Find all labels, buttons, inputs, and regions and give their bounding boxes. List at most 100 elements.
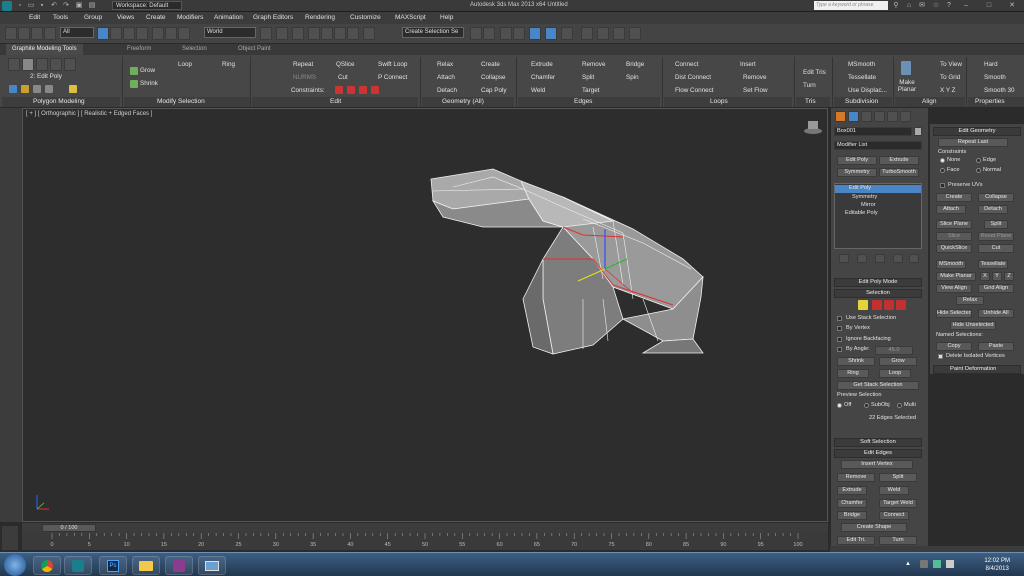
border-mode-icon[interactable] [884, 300, 894, 310]
open-icon[interactable]: ▭ [27, 2, 35, 10]
turn-edge-button[interactable]: Turn [879, 536, 917, 545]
reset-plane-button[interactable]: Reset Plane [978, 232, 1014, 241]
delete-isolated-checkbox[interactable] [938, 354, 943, 359]
select-manipulate-icon[interactable] [276, 27, 288, 40]
split-button[interactable]: Split [582, 74, 594, 81]
object-color-swatch[interactable] [914, 127, 922, 136]
make-planar-x-button[interactable]: X [980, 272, 990, 281]
minimize-icon[interactable]: – [962, 2, 970, 10]
preview-off-radio[interactable] [837, 403, 842, 408]
winrar-icon[interactable] [165, 556, 193, 575]
menu-views[interactable]: Views [117, 14, 134, 21]
menu-create[interactable]: Create [146, 14, 166, 21]
tessellate-geom-button[interactable]: Tessellate [978, 260, 1008, 269]
system-clock[interactable]: 12:02 PM 8/4/2013 [984, 557, 1010, 573]
create-geom-button[interactable]: Create [936, 193, 972, 202]
new-icon[interactable]: ▫ [16, 2, 24, 10]
set-flow-button[interactable]: Set Flow [743, 87, 768, 94]
loop-button[interactable]: Loop [879, 369, 911, 378]
hide-selected-button[interactable]: Hide Selected [936, 309, 972, 318]
relax-geom-button[interactable]: Relax [956, 296, 984, 305]
tab-freeform[interactable]: Freeform [127, 46, 151, 52]
3dsmax-icon[interactable] [64, 556, 92, 575]
constraint-edge-radio[interactable] [976, 158, 981, 163]
image-viewer-icon[interactable] [198, 556, 226, 575]
grow-button[interactable]: Grow [140, 67, 155, 74]
remove-edge-button[interactable]: Remove [837, 473, 875, 482]
stack-item-edit-poly[interactable] [835, 185, 921, 193]
remove-loop-button[interactable]: Remove [743, 74, 766, 81]
viewport-orthographic[interactable]: [ + ] [ Orthographic ] [ Realistic + Edg… [22, 108, 828, 522]
create-shape-button[interactable]: Create Shape [841, 523, 907, 532]
rollout-edit-poly-mode[interactable]: Edit Poly Mode [834, 278, 922, 287]
grow-button[interactable]: Grow [879, 357, 917, 366]
preserve-uvs-checkbox[interactable] [940, 183, 945, 188]
viewcube-icon[interactable] [804, 121, 822, 134]
layer-manager-icon[interactable] [500, 27, 512, 40]
turbosmooth-modifier-button[interactable]: TurboSmooth [879, 168, 919, 177]
to-grid-button[interactable]: To Grid [940, 74, 960, 81]
symmetry-modifier-button[interactable]: Symmetry [837, 168, 877, 177]
hide-unselected-button[interactable]: Hide Unselected [950, 321, 996, 330]
rect-selection-icon[interactable] [123, 27, 135, 40]
preview-subobj-radio[interactable] [864, 403, 869, 408]
group-polygon-modeling[interactable]: Polygon Modeling [33, 98, 85, 105]
remove-button[interactable]: Remove [582, 61, 605, 68]
grid-align-button[interactable]: Grid Align [978, 284, 1014, 293]
group-subdivision[interactable]: Subdivision [845, 98, 878, 105]
align-icon[interactable] [483, 27, 495, 40]
modifier-list-dropdown[interactable]: Modifier List [834, 141, 922, 150]
menu-maxscript[interactable]: MAXScript [395, 14, 426, 21]
cut-geom-button[interactable]: Cut [978, 244, 1014, 253]
msmooth-geom-button[interactable]: MSmooth [936, 260, 966, 269]
snaps-toggle-icon[interactable] [308, 27, 320, 40]
weld-edge-button[interactable]: Weld [879, 486, 909, 495]
attach-button[interactable]: Attach [437, 74, 455, 81]
view-align-button[interactable]: View Align [936, 284, 972, 293]
border-icon[interactable] [36, 58, 48, 71]
insert-button[interactable]: Insert [740, 61, 756, 68]
group-edit[interactable]: Edit [330, 98, 341, 105]
p-connect-button[interactable]: P Connect [378, 74, 407, 81]
bridge-edge-button[interactable]: Bridge [837, 511, 867, 520]
stack-item-mirror[interactable]: Mirror [861, 202, 876, 208]
fetch-icon[interactable]: ▤ [88, 2, 96, 10]
percent-snap-icon[interactable] [334, 27, 346, 40]
hierarchy-tab-icon[interactable] [861, 111, 872, 122]
redo-button[interactable] [18, 27, 30, 40]
group-geometry-all[interactable]: Geometry (All) [442, 98, 484, 105]
time-slider-thumb[interactable]: 0 / 100 [42, 524, 96, 532]
configure-sets-icon[interactable] [909, 254, 919, 263]
constraint-normal-radio[interactable] [976, 168, 981, 173]
smooth-button[interactable]: Smooth [984, 74, 1006, 81]
collapse-geom-button[interactable]: Collapse [978, 193, 1014, 202]
search-icon[interactable]: ⚲ [892, 2, 900, 10]
maximize-icon[interactable]: □ [985, 2, 993, 10]
menu-tools[interactable]: Tools [53, 14, 68, 21]
select-by-name-icon[interactable] [110, 27, 122, 40]
stack-item-editable-poly[interactable]: Editable Poly [845, 210, 878, 216]
use-displace-button[interactable]: Use Displac... [848, 87, 887, 94]
split-edge-button[interactable]: Split [879, 473, 917, 482]
make-planar-button[interactable]: Make Planar [896, 79, 918, 93]
photoshop-icon[interactable]: Ps [99, 556, 127, 575]
create-tab-icon[interactable] [835, 111, 846, 122]
edit-poly-level[interactable]: 2: Edit Poly [30, 73, 62, 80]
app-logo-icon[interactable] [2, 1, 12, 11]
group-tris[interactable]: Tris [805, 98, 816, 105]
bridge-button[interactable]: Bridge [626, 61, 644, 68]
extrude-edge-button[interactable]: Extrude [837, 486, 867, 495]
selection-filter-dropdown[interactable]: All [60, 27, 94, 38]
object-name-field[interactable]: Box001 [834, 127, 912, 136]
insert-vertex-button[interactable]: Insert Vertex [841, 460, 913, 469]
by-angle-checkbox[interactable] [837, 347, 842, 352]
help-icon[interactable]: ? [945, 2, 953, 10]
smooth30-button[interactable]: Smooth 30 [984, 87, 1014, 94]
target-weld-button[interactable]: Target Weld [879, 499, 917, 508]
constraint-edge-icon[interactable] [347, 86, 355, 94]
render-iterative-icon[interactable] [629, 27, 641, 40]
modifier-stack-list[interactable]: Edit Poly Symmetry Mirror Editable Poly [834, 183, 922, 249]
hard-button[interactable]: Hard [984, 61, 998, 68]
nurms-button[interactable]: NURMS [293, 74, 316, 81]
shrink-button[interactable]: Shrink [837, 357, 875, 366]
